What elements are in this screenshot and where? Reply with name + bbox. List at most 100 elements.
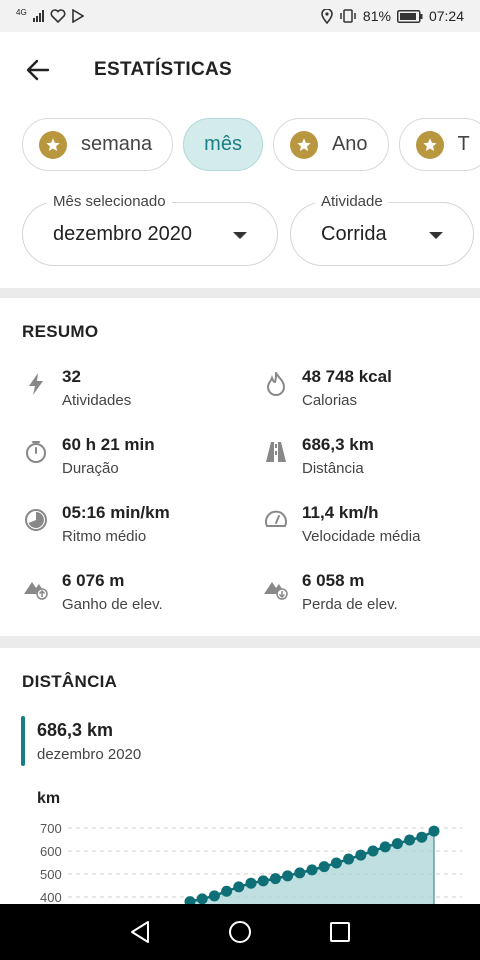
stat-value: 686,3 km — [302, 435, 374, 454]
stat-caption: Duração — [62, 460, 119, 477]
data-point — [404, 834, 416, 846]
nav-back-icon[interactable] — [129, 920, 151, 944]
elevation-gain-icon — [22, 574, 50, 602]
flame-icon — [262, 370, 290, 398]
road-icon — [262, 438, 290, 466]
stat-speed: 11,4 km/h Velocidade média — [262, 502, 420, 548]
nav-recents-icon[interactable] — [329, 921, 351, 943]
vibrate-icon — [340, 9, 356, 23]
month-select-value: dezembro 2020 — [53, 222, 192, 245]
distance-card: DISTÂNCIA 686,3 km dezembro 2020 km 400 5… — [0, 648, 480, 904]
month-select-label: Mês selecionado — [47, 193, 172, 210]
stat-value: 32 — [62, 367, 81, 386]
heart-rate-icon — [50, 9, 66, 23]
data-point — [343, 853, 355, 865]
elevation-loss-icon — [262, 574, 290, 602]
stat-value: 48 748 kcal — [302, 367, 392, 386]
stat-calories: 48 748 kcal Calorias — [262, 366, 392, 412]
stat-activities: 32 Atividades — [22, 366, 131, 412]
filters-section: semana mês Ano T Mês selecionado dezembr… — [0, 108, 480, 288]
stat-caption: Ganho de elev. — [62, 596, 163, 613]
stat-distance: 686,3 km Distância — [262, 434, 374, 480]
chip-label: mês — [204, 133, 242, 155]
dropdown-caret-icon — [233, 232, 247, 239]
data-point — [294, 867, 306, 879]
chip-semana[interactable]: semana — [22, 118, 174, 171]
stat-value: 60 h 21 min — [62, 435, 155, 454]
stat-duration: 60 h 21 min Duração — [22, 434, 155, 480]
nav-home-icon[interactable] — [228, 920, 252, 944]
distance-chart: 400 500 600 700 — [40, 821, 462, 904]
data-point — [208, 890, 220, 902]
chip-total[interactable]: T — [398, 118, 480, 171]
page-title: ESTATÍSTICAS — [94, 59, 233, 80]
data-point — [330, 857, 342, 869]
chip-label: Ano — [331, 133, 368, 155]
chip-label: T — [457, 133, 470, 155]
y-axis-unit: km — [37, 790, 61, 807]
data-point — [379, 841, 391, 853]
data-point — [257, 875, 269, 887]
dropdown-caret-icon — [429, 232, 443, 239]
back-button[interactable] — [20, 52, 56, 88]
data-point — [367, 845, 379, 857]
stat-elevation-gain: 6 076 m Ganho de elev. — [22, 570, 163, 616]
data-point — [184, 896, 196, 904]
distance-period: dezembro 2020 — [37, 746, 142, 763]
y-tick-label: 600 — [40, 844, 62, 859]
clock: 07:24 — [428, 8, 464, 24]
chip-mes[interactable]: mês — [183, 118, 263, 171]
network-type: 4G — [16, 7, 27, 17]
stat-caption: Distância — [302, 460, 364, 477]
stat-pace: 05:16 min/km Ritmo médio — [22, 502, 170, 548]
stat-caption: Velocidade média — [302, 528, 421, 545]
data-point — [245, 877, 257, 889]
stat-caption: Atividades — [62, 392, 132, 409]
data-point — [196, 893, 208, 904]
activity-select-value: Corrida — [321, 222, 387, 245]
data-point — [282, 870, 294, 882]
distance-title: DISTÂNCIA — [22, 672, 118, 691]
bolt-icon — [22, 370, 50, 398]
data-point — [416, 831, 428, 843]
chip-label: semana — [81, 133, 153, 155]
data-point — [233, 881, 245, 893]
accent-bar — [21, 716, 25, 766]
y-tick-label: 700 — [40, 821, 62, 836]
system-nav-bar — [0, 904, 480, 960]
premium-star-icon — [39, 130, 67, 159]
status-bar: 4G 81% 07:24 — [0, 0, 480, 32]
app-bar: ESTATÍSTICAS — [0, 32, 480, 108]
battery-percent: 81% — [362, 8, 391, 24]
stat-value: 6 076 m — [62, 571, 125, 590]
activity-select[interactable]: Atividade Corrida — [290, 193, 474, 266]
play-store-icon — [71, 9, 84, 23]
distance-total: 686,3 km — [37, 720, 114, 740]
stat-caption: Perda de elev. — [302, 596, 398, 613]
premium-star-icon — [289, 130, 318, 159]
data-point — [428, 825, 440, 837]
y-tick-label: 500 — [40, 867, 62, 882]
stat-value: 05:16 min/km — [62, 503, 170, 522]
signal-icon — [32, 10, 44, 22]
stopwatch-icon — [22, 438, 50, 466]
filter-selects: Mês selecionado dezembro 2020 Atividade … — [22, 193, 474, 266]
pace-icon — [22, 506, 50, 534]
data-point — [221, 885, 233, 897]
chip-ano[interactable]: Ano — [272, 118, 389, 171]
premium-star-icon — [415, 130, 444, 159]
activity-select-label: Atividade — [315, 193, 389, 210]
data-point — [269, 873, 281, 885]
stat-value: 11,4 km/h — [302, 503, 379, 522]
month-select[interactable]: Mês selecionado dezembro 2020 — [22, 193, 278, 266]
speedometer-icon — [262, 506, 290, 534]
data-point — [306, 864, 318, 876]
stat-caption: Ritmo médio — [62, 528, 147, 545]
data-point — [355, 849, 367, 861]
battery-icon — [396, 9, 423, 23]
summary-title: RESUMO — [22, 322, 99, 341]
location-icon — [321, 8, 333, 24]
stat-caption: Calorias — [302, 392, 358, 409]
y-tick-label: 400 — [40, 890, 62, 904]
stat-elevation-loss: 6 058 m Perda de elev. — [262, 570, 398, 616]
